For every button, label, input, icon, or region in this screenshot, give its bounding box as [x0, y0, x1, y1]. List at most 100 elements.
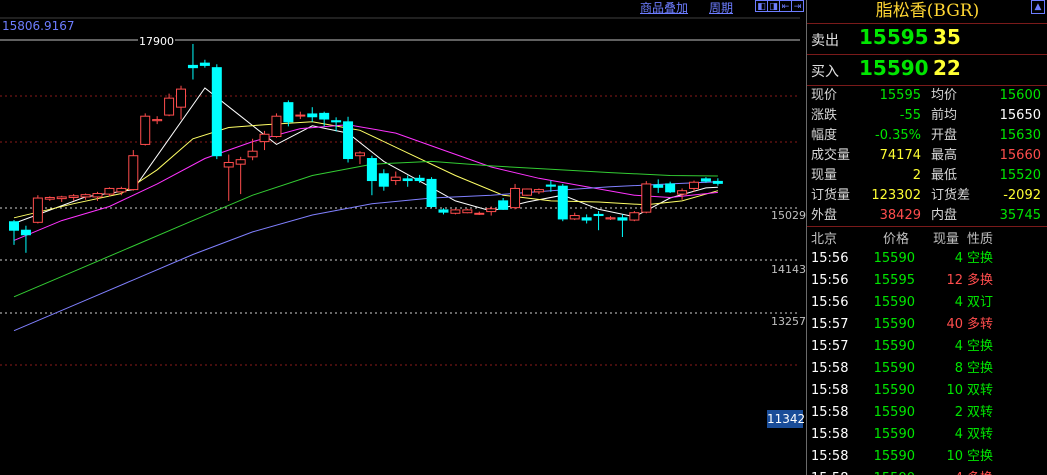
trade-type: 空换: [967, 251, 994, 266]
candle-body: [521, 188, 532, 196]
stat-label: 幅度: [811, 128, 838, 143]
overlay-link[interactable]: 商品叠加: [640, 0, 688, 16]
stat-label: 前均: [931, 108, 958, 123]
candle-body: [665, 183, 676, 193]
trade-volume: 8: [954, 361, 963, 376]
candle-body: [354, 152, 365, 157]
candle-body: [426, 178, 437, 208]
trades-header-volume: 现量: [933, 232, 960, 247]
period-link[interactable]: 周期: [709, 0, 733, 16]
stat-value: 15600: [999, 88, 1041, 103]
stat-label: 最低: [931, 168, 958, 183]
candle-body: [331, 120, 342, 123]
candle-body: [223, 161, 234, 168]
price-readout: 15806.9167: [2, 19, 75, 33]
current-price-box: 11342: [767, 410, 806, 428]
stat-value: 35745: [999, 208, 1041, 223]
candle-body: [116, 187, 127, 193]
stat-value: -0.35%: [875, 128, 921, 143]
trade-type: 双转: [967, 427, 994, 442]
ma-line-ma10: [13, 121, 719, 219]
stat-value: 15520: [999, 168, 1041, 183]
stat-label: 成交量: [811, 148, 851, 163]
candle-body: [199, 62, 210, 66]
candle-body: [164, 97, 175, 116]
level-label-3: 13257: [771, 315, 806, 328]
trade-time: 15:57: [811, 339, 849, 354]
nav-last-button[interactable]: ⇥: [791, 0, 804, 12]
trade-price: 15590: [873, 295, 915, 310]
stat-label: 均价: [931, 88, 958, 103]
candle-body: [629, 212, 640, 221]
trade-type: 空换: [967, 449, 994, 464]
candle-body: [259, 133, 270, 143]
stat-label: 订货差: [931, 188, 971, 203]
candle-body: [92, 193, 103, 198]
candle-body: [283, 102, 294, 123]
stat-label: 现价: [811, 88, 838, 103]
trade-type: 多转: [967, 317, 994, 332]
candle-body: [438, 209, 449, 213]
stat-value: 74174: [879, 148, 921, 163]
stat-label: 最高: [931, 148, 958, 163]
trade-time: 15:58: [811, 427, 849, 442]
candle-body: [211, 67, 222, 157]
trade-type: 双转: [967, 383, 994, 398]
trade-type: 多换: [967, 273, 994, 288]
trade-price: 15590: [873, 449, 915, 464]
candle-body: [402, 178, 413, 182]
candle-body: [32, 197, 43, 223]
buy-price: 15590: [859, 56, 929, 80]
candle-body: [653, 184, 664, 188]
chart-panel[interactable]: 商品叠加 周期 ◧ ◨ ⇤ ⇥ 15806.9167 17900 15029 1…: [0, 0, 806, 475]
trade-type: 多换: [967, 468, 993, 475]
title-scroll-icon[interactable]: ▲: [1031, 0, 1045, 14]
candle-body: [677, 190, 688, 195]
trade-type: 空换: [967, 361, 994, 376]
sell-volume: 35: [933, 25, 961, 49]
divider: [807, 226, 1047, 227]
sell-label: 卖出: [811, 33, 839, 49]
trade-price: 15590: [873, 361, 915, 376]
candle-body: [450, 209, 461, 214]
ma-line-ma40: [13, 160, 718, 298]
trade-volume: 4: [925, 468, 963, 475]
trade-price: 15590: [873, 383, 915, 398]
candle-body: [68, 195, 79, 198]
trade-time: 15:56: [811, 251, 849, 266]
stat-label: 开盘: [931, 128, 958, 143]
candle-body: [533, 189, 544, 193]
candle-body: [581, 217, 592, 221]
candle-body: [510, 187, 521, 209]
trade-time: 15:57: [811, 317, 849, 332]
trade-volume: 4: [954, 295, 963, 310]
candle-body: [9, 221, 19, 231]
trade-time: 15:58: [811, 383, 849, 398]
stat-label: 订货量: [811, 188, 851, 203]
candle-body: [80, 194, 91, 198]
trade-volume: 12: [946, 273, 963, 288]
candle-body: [343, 121, 354, 160]
sell-row[interactable]: 卖出 15595 35: [807, 24, 1047, 54]
stat-value: 15630: [999, 128, 1041, 143]
trade-volume: 10: [946, 449, 963, 464]
candle-body: [247, 150, 258, 158]
trade-volume: 4: [954, 339, 963, 354]
kline-chart[interactable]: [0, 0, 806, 475]
stat-label: 外盘: [811, 208, 838, 223]
candle-body: [689, 181, 700, 189]
stat-value: -55: [899, 108, 921, 123]
candle-body: [187, 64, 198, 69]
peak-label: 17900: [138, 35, 175, 48]
trade-volume: 40: [946, 317, 963, 332]
candle-body: [700, 178, 711, 182]
candle-body: [617, 217, 628, 221]
candle-body: [414, 177, 425, 182]
trades-header-price: 价格: [883, 232, 910, 247]
trade-time: 15:58: [811, 449, 849, 464]
buy-row[interactable]: 买入 15590 22: [807, 55, 1047, 85]
candle-body: [319, 112, 330, 120]
level-label-2: 14143: [771, 263, 806, 276]
candle-body: [366, 158, 377, 182]
candle-body: [498, 200, 509, 210]
